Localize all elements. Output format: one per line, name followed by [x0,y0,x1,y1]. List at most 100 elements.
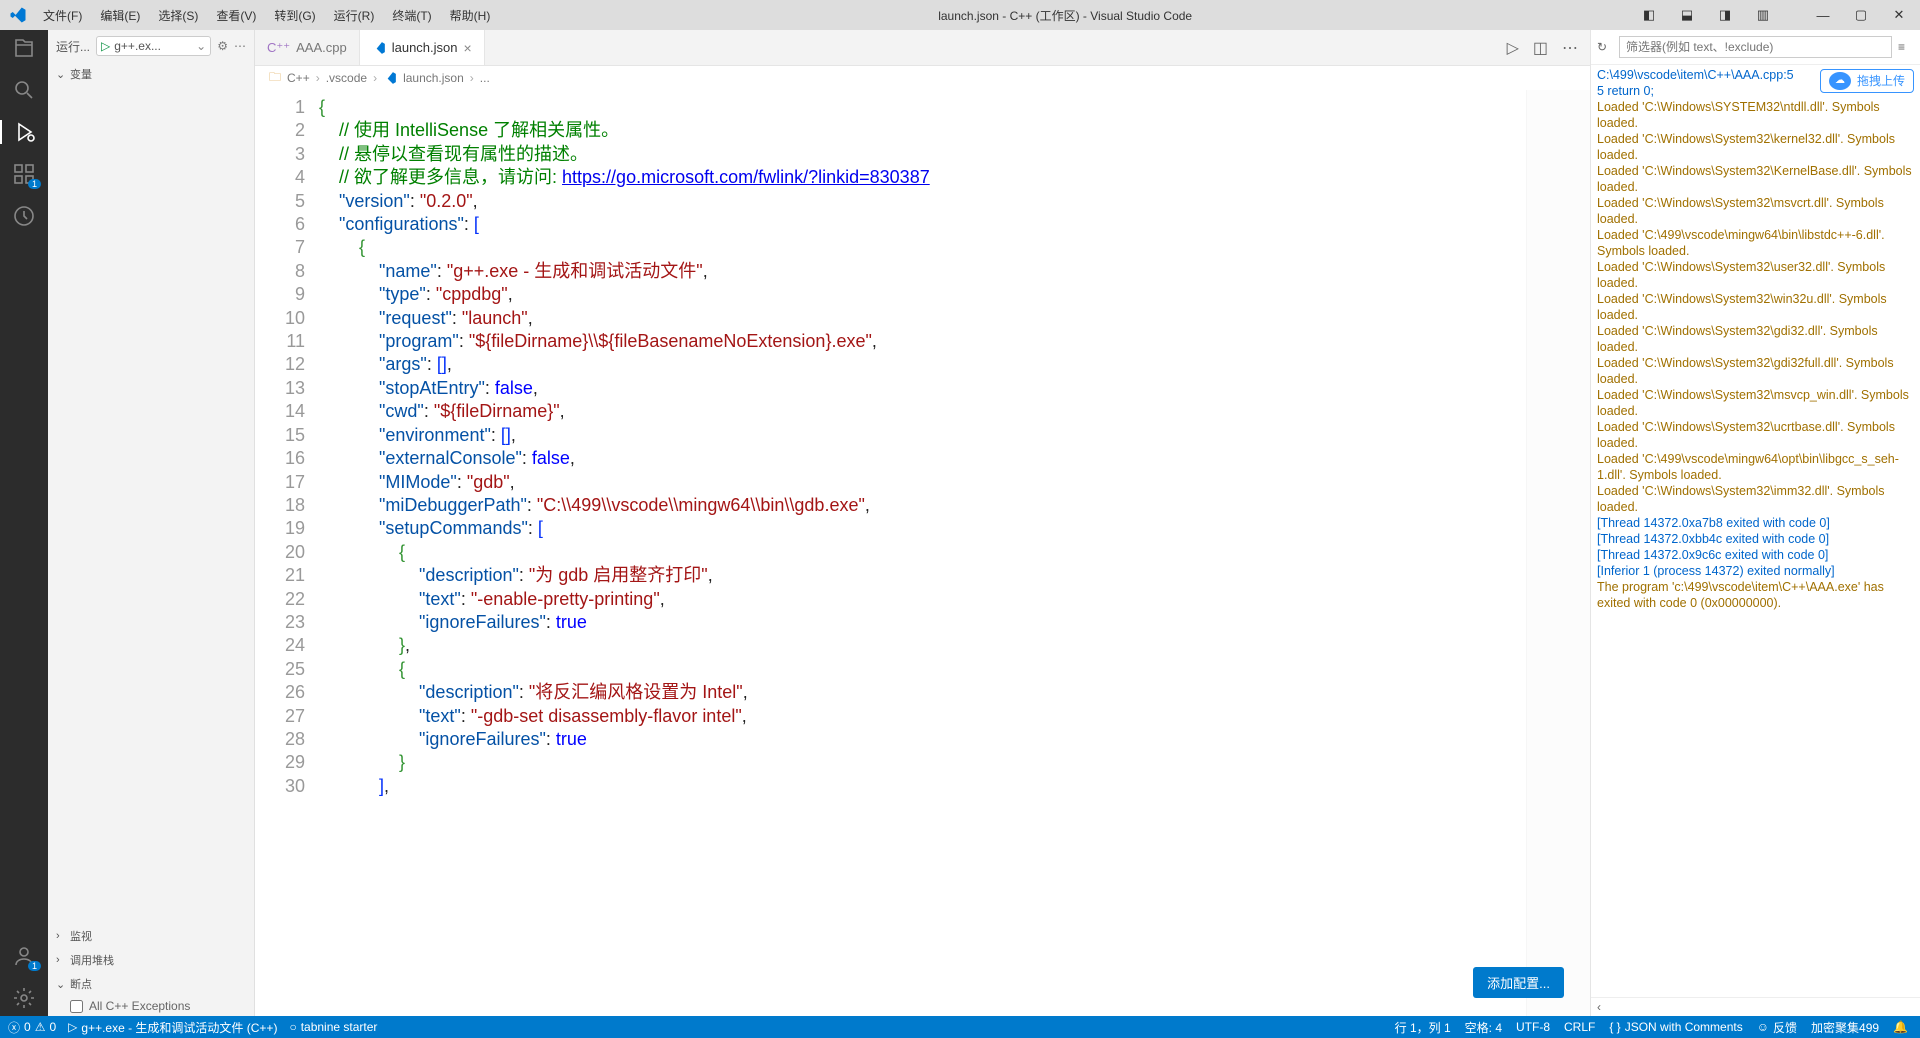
callstack-section[interactable]: ›调用堆栈 [48,948,254,972]
breadcrumb-item[interactable]: C++ [287,71,310,85]
search-icon[interactable] [0,78,48,102]
variables-section[interactable]: ⌄变量 [48,62,254,86]
output-line: Loaded 'C:\Windows\System32\KernelBase.d… [1597,163,1914,195]
menu-item[interactable]: 编辑(E) [92,3,148,28]
menu-item[interactable]: 帮助(H) [442,3,499,28]
status-spaces[interactable]: 空格: 4 [1465,1019,1502,1036]
close-tab-icon[interactable]: × [464,40,472,56]
breadcrumb-item[interactable]: ... [480,71,490,85]
layout-sidebar-right-icon[interactable]: ◨ [1708,7,1742,23]
account-icon[interactable]: 1 [0,944,48,968]
filter-settings-icon[interactable]: ≡ [1898,40,1914,54]
breadcrumb-item[interactable]: launch.json [403,71,464,85]
layout-customize-icon[interactable]: ▥ [1746,7,1780,23]
status-bar: ⓧ 0 ⚠ 0 ▷ g++.exe - 生成和调试活动文件 (C++) ○ ta… [0,1016,1920,1038]
menu-item[interactable]: 选择(S) [150,3,206,28]
menu-item[interactable]: 查看(V) [208,3,264,28]
close-icon[interactable]: ✕ [1882,7,1916,23]
refresh-icon[interactable]: ↻ [1597,40,1613,54]
status-notifications-icon[interactable]: 🔔 [1893,1020,1908,1034]
tab-label: AAA.cpp [296,40,347,55]
watch-label: 监视 [70,928,92,944]
debug-output[interactable]: ☁ 拖拽上传 C:\499\vscode\item\C++\AAA.cpp:55… [1591,65,1920,997]
output-line: Loaded 'C:\499\vscode\mingw64\bin\libstd… [1597,227,1914,259]
run-label: 运行... [56,38,90,55]
breakpoint-row[interactable]: All C++ Exceptions [48,996,254,1016]
debug-config-select[interactable]: ▷ g++.ex... ⌄ [96,36,211,56]
output-line: Loaded 'C:\Windows\System32\kernel32.dll… [1597,131,1914,163]
callstack-label: 调用堆栈 [70,952,114,968]
code-line: "text": "-gdb-set disassembly-flavor int… [319,705,1526,728]
split-editor-icon[interactable]: ◫ [1533,38,1548,58]
code-line: "environment": [], [319,424,1526,447]
scroll-left-icon[interactable]: ‹ [1591,997,1920,1016]
code-line: "ignoreFailures": true [319,611,1526,634]
code-line: "ignoreFailures": true [319,728,1526,751]
code-line: // 使用 IntelliSense 了解相关属性。 [319,119,1526,142]
minimap[interactable] [1526,90,1590,1016]
status-feedback[interactable]: ☺反馈 [1757,1019,1797,1036]
vscode-logo-icon [0,6,35,24]
status-language[interactable]: { } JSON with Comments [1609,1020,1742,1034]
json-file-icon [383,71,397,85]
activity-bar: 1 1 [0,30,48,1016]
layout-panel-icon[interactable]: ⬓ [1670,7,1704,23]
line-gutter: 1234567891011121314151617181920212223242… [255,90,319,1016]
more-actions-icon[interactable]: ⋯ [1562,38,1578,58]
extensions-icon[interactable]: 1 [0,162,48,186]
settings-gear-icon[interactable] [0,986,48,1010]
filter-input[interactable] [1619,36,1892,58]
upload-badge[interactable]: ☁ 拖拽上传 [1820,69,1914,93]
code-line: "version": "0.2.0", [319,190,1526,213]
status-encoding[interactable]: UTF-8 [1516,1020,1550,1034]
breakpoints-section[interactable]: ⌄断点 [48,972,254,996]
tab-aaa-cpp[interactable]: C⁺⁺ AAA.cpp [255,30,360,65]
output-line: Loaded 'C:\Windows\System32\user32.dll'.… [1597,259,1914,291]
code-editor[interactable]: 1234567891011121314151617181920212223242… [255,90,1590,1016]
layout-sidebar-left-icon[interactable]: ◧ [1632,7,1666,23]
code-line: "type": "cppdbg", [319,283,1526,306]
more-icon[interactable]: ⋯ [234,39,246,53]
menu-item[interactable]: 运行(R) [326,3,383,28]
code-line: // 欲了解更多信息，请访问: https://go.microsoft.com… [319,166,1526,189]
code-line: { [319,96,1526,119]
menu-item[interactable]: 转到(G) [266,3,323,28]
status-eol[interactable]: CRLF [1564,1020,1595,1034]
run-icon[interactable]: ▷ [1507,38,1519,58]
minimize-icon[interactable]: — [1806,8,1840,23]
code-line: "externalConsole": false, [319,447,1526,470]
breakpoint-checkbox[interactable] [70,1000,83,1013]
code-line: "stopAtEntry": false, [319,377,1526,400]
code-content[interactable]: { // 使用 IntelliSense 了解相关属性。 // 悬停以查看现有属… [319,90,1526,1016]
status-errors[interactable]: ⓧ 0 ⚠ 0 [8,1019,56,1036]
code-line: "cwd": "${fileDirname}", [319,400,1526,423]
add-config-button[interactable]: 添加配置... [1473,967,1564,998]
output-line: Loaded 'C:\Windows\System32\win32u.dll'.… [1597,291,1914,323]
code-line: "description": "将反汇编风格设置为 Intel", [319,681,1526,704]
breadcrumb[interactable]: 🗀 C++› .vscode› launch.json› ... [255,66,1590,90]
output-line: Loaded 'C:\Windows\System32\gdi32.dll'. … [1597,323,1914,355]
output-line: Loaded 'C:\Windows\System32\gdi32full.dl… [1597,355,1914,387]
gear-icon[interactable]: ⚙ [217,39,228,53]
status-tabnine[interactable]: ○ tabnine starter [289,1020,377,1034]
status-debug-config[interactable]: ▷ g++.exe - 生成和调试活动文件 (C++) [68,1019,277,1036]
code-line: { [319,658,1526,681]
status-ln-col[interactable]: 行 1，列 1 [1395,1019,1451,1036]
output-line: [Thread 14372.0x9c6c exited with code 0] [1597,547,1914,563]
menu-item[interactable]: 终端(T) [384,3,439,28]
menu-item[interactable]: 文件(F) [35,3,90,28]
maximize-icon[interactable]: ▢ [1844,7,1878,23]
timeline-icon[interactable] [0,204,48,228]
breakpoint-label: All C++ Exceptions [89,999,190,1013]
breadcrumb-item[interactable]: .vscode [326,71,367,85]
output-line: Loaded 'C:\Windows\System32\imm32.dll'. … [1597,483,1914,515]
breakpoints-label: 断点 [70,976,92,992]
code-line: // 悬停以查看现有属性的描述。 [319,143,1526,166]
output-line: [Thread 14372.0xbb4c exited with code 0] [1597,531,1914,547]
status-watermark: 加密聚集499 [1811,1019,1879,1036]
run-debug-icon[interactable] [0,120,48,144]
explorer-icon[interactable] [0,36,48,60]
watch-section[interactable]: ›监视 [48,924,254,948]
code-line: "miDebuggerPath": "C:\\499\\vscode\\ming… [319,494,1526,517]
tab-launch-json[interactable]: launch.json × [360,30,485,65]
